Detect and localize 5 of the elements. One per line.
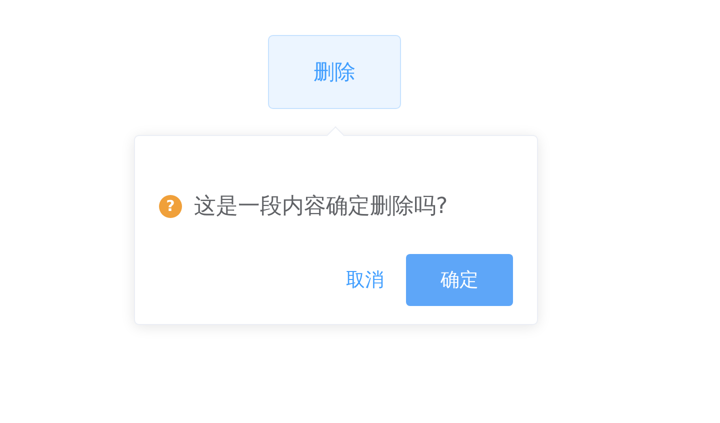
question-icon: ? — [159, 194, 182, 218]
cancel-button[interactable]: 取消 — [346, 267, 384, 293]
delete-button[interactable]: 删除 — [268, 35, 401, 109]
confirm-message: 这是一段内容确定删除吗? — [194, 193, 448, 221]
confirm-button[interactable]: 确定 — [406, 254, 513, 306]
